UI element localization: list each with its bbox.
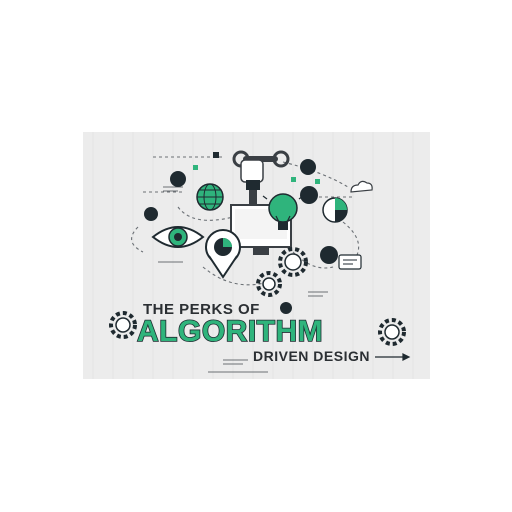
title-line-3: DRIVEN DESIGN <box>253 348 370 364</box>
globe-icon <box>196 183 224 211</box>
eye-icon <box>151 226 205 248</box>
illustration-card: THE PERKS OF ALGORITHM DRIVEN DESIGN <box>83 132 430 379</box>
cloud-icon <box>350 180 373 193</box>
chat-bubble-icon <box>338 254 362 270</box>
title-line-2: ALGORITHM <box>136 314 324 349</box>
pie-chart-icon <box>322 197 348 223</box>
